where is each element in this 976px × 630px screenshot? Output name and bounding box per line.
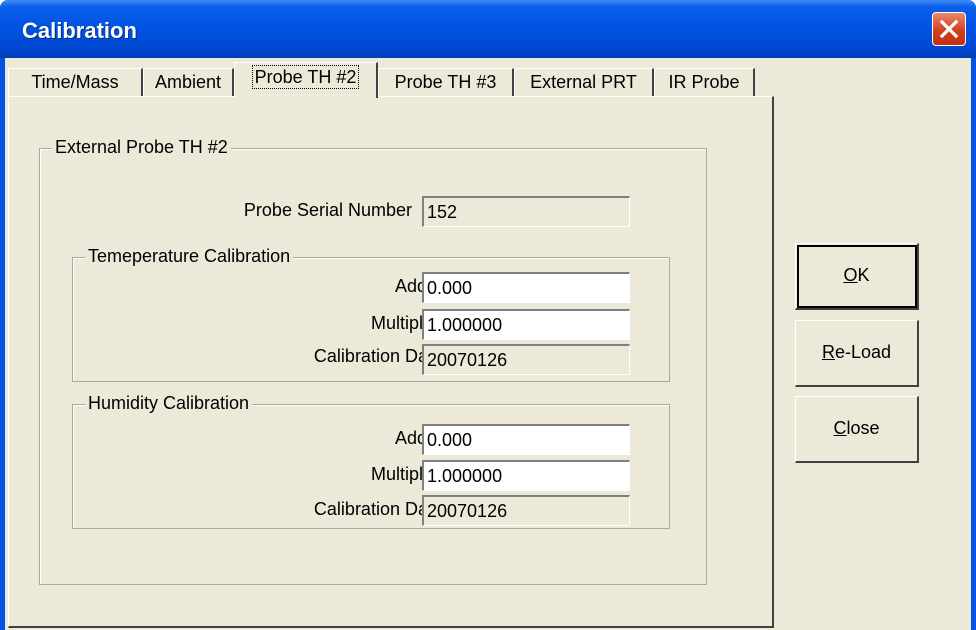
- tab-label: Ambient: [154, 72, 222, 92]
- temperature-calibration-date-field: 20070126: [422, 344, 630, 375]
- close-label-rest: lose: [846, 418, 880, 438]
- tab-ambient[interactable]: Ambient: [143, 68, 234, 96]
- temperature-adder-input[interactable]: [422, 272, 630, 303]
- tab-label: Probe TH #3: [394, 72, 497, 92]
- reload-label-rest: e-Load: [834, 342, 892, 362]
- temperature-multiplier-input[interactable]: [422, 309, 630, 340]
- ok-button[interactable]: OK: [795, 243, 919, 310]
- tab-label: Time/Mass: [31, 72, 119, 92]
- calibration-window: Calibration Time/Mass Ambient Probe TH #…: [0, 0, 976, 630]
- tab-panel-probe-th-2: External Probe TH #2 Probe Serial Number…: [8, 96, 774, 628]
- humidity-adder-input[interactable]: [422, 424, 630, 455]
- ok-mnemonic: O: [843, 265, 858, 285]
- tab-ir-probe[interactable]: IR Probe: [654, 68, 755, 96]
- humidity-calibration-title: Humidity Calibration: [85, 393, 253, 414]
- temperature-calibration-group: Temeperature Calibration Adder Multiplie…: [72, 246, 670, 382]
- probe-serial-number-label: Probe Serial Number: [243, 200, 412, 220]
- tab-time-mass[interactable]: Time/Mass: [8, 68, 143, 96]
- ok-label-rest: K: [857, 265, 870, 285]
- tab-external-prt[interactable]: External PRT: [514, 68, 654, 96]
- close-x-icon: [939, 19, 959, 39]
- humidity-calibration-group: Humidity Calibration Adder Multiplier Ca…: [72, 393, 670, 529]
- humidity-multiplier-input[interactable]: [422, 460, 630, 491]
- temperature-calibration-title: Temeperature Calibration: [85, 246, 294, 267]
- dialog-client-area: Time/Mass Ambient Probe TH #2 Probe TH #…: [5, 58, 971, 630]
- probe-serial-number-field: 152: [422, 196, 630, 227]
- external-probe-group-title: External Probe TH #2: [52, 137, 231, 158]
- tab-label: External PRT: [530, 72, 637, 92]
- tab-probe-th-2[interactable]: Probe TH #2: [234, 62, 378, 98]
- close-mnemonic: C: [833, 418, 847, 438]
- reload-button[interactable]: Re-Load: [795, 320, 919, 387]
- tab-label: Probe TH #2: [251, 65, 360, 89]
- humidity-calibration-date-field: 20070126: [422, 495, 630, 526]
- reload-mnemonic: R: [821, 342, 835, 362]
- tab-label: IR Probe: [668, 72, 740, 92]
- close-button[interactable]: Close: [795, 396, 919, 463]
- title-bar[interactable]: Calibration: [0, 0, 976, 58]
- close-window-button[interactable]: [932, 12, 966, 46]
- window-title: Calibration: [22, 18, 137, 43]
- tab-probe-th-3[interactable]: Probe TH #3: [378, 68, 514, 96]
- external-probe-group: External Probe TH #2 Probe Serial Number…: [39, 137, 707, 585]
